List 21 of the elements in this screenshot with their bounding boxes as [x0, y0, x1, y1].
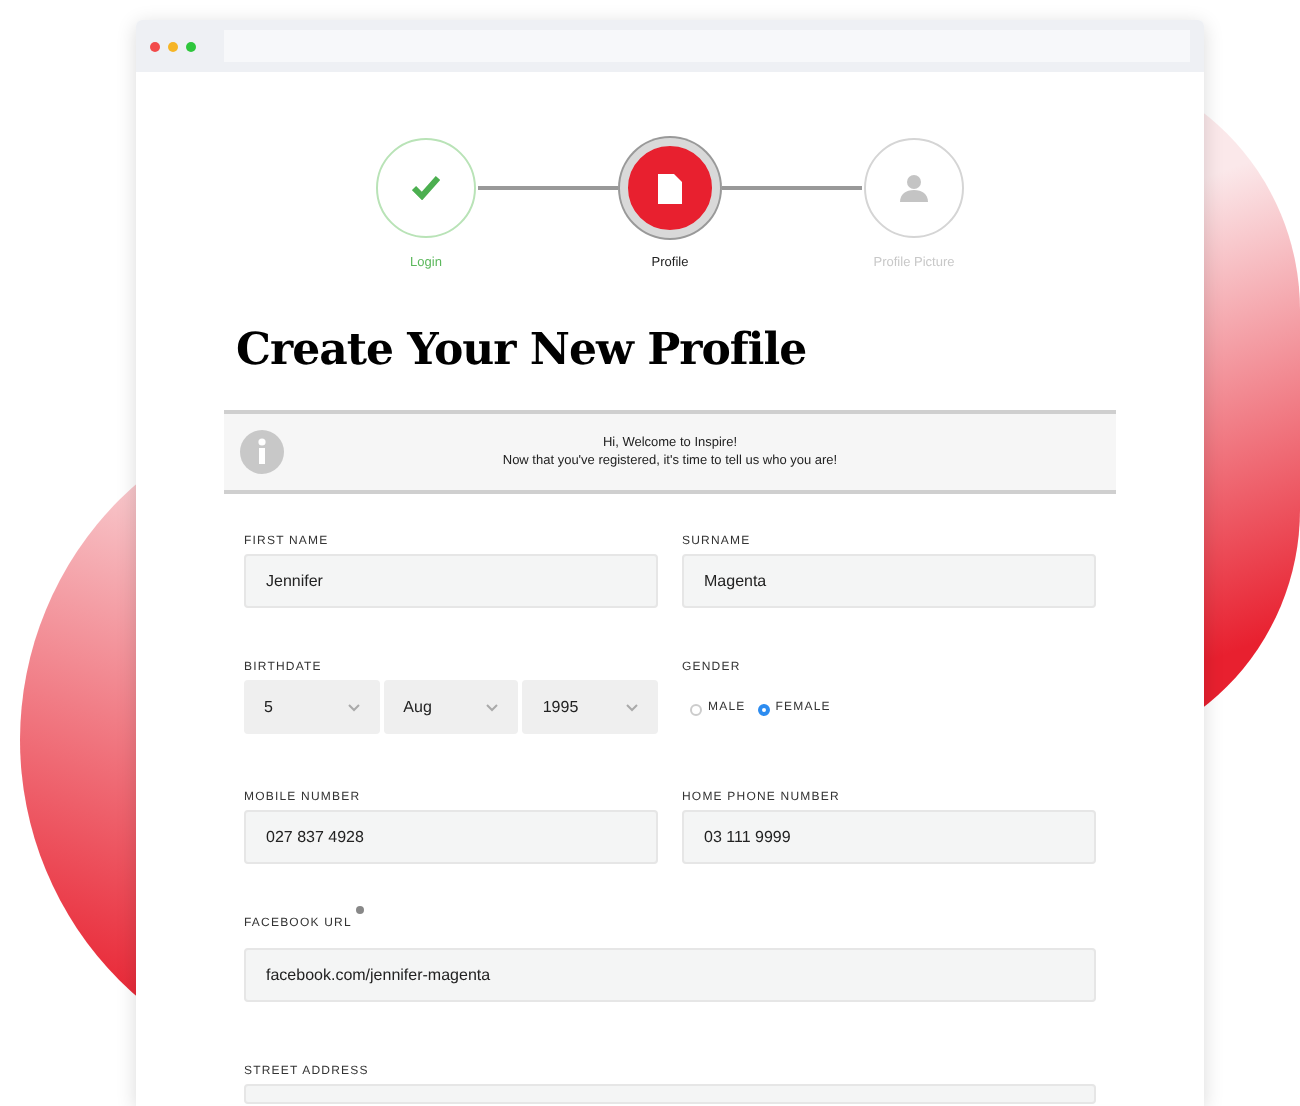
user-icon [900, 174, 928, 202]
select-field[interactable]: Aug [383, 680, 519, 734]
select-field[interactable]: 1995 [522, 680, 659, 734]
input-field[interactable]: Jennifer [244, 554, 658, 608]
step-connector [722, 186, 862, 190]
chevron-down-icon [347, 703, 360, 711]
page-heading: Create Your New Profile [236, 322, 809, 378]
input-field[interactable]: facebook.com/jennifer-magenta [244, 948, 1096, 1002]
radio-button[interactable] [690, 703, 702, 715]
input-field[interactable]: Magenta [682, 554, 1096, 608]
input-field[interactable] [244, 1084, 1096, 1104]
step-connector [478, 186, 618, 190]
input-field[interactable]: 03 111 9999 [682, 810, 1096, 864]
document-icon [658, 173, 682, 203]
input-field[interactable]: 027 837 4928 [244, 810, 658, 864]
info-icon [240, 430, 284, 474]
chevron-down-icon [486, 703, 499, 711]
chevron-down-icon [626, 703, 639, 711]
radio-button[interactable] [757, 703, 770, 715]
checkmark-icon [412, 176, 440, 200]
select-field[interactable]: 5 [244, 680, 380, 734]
